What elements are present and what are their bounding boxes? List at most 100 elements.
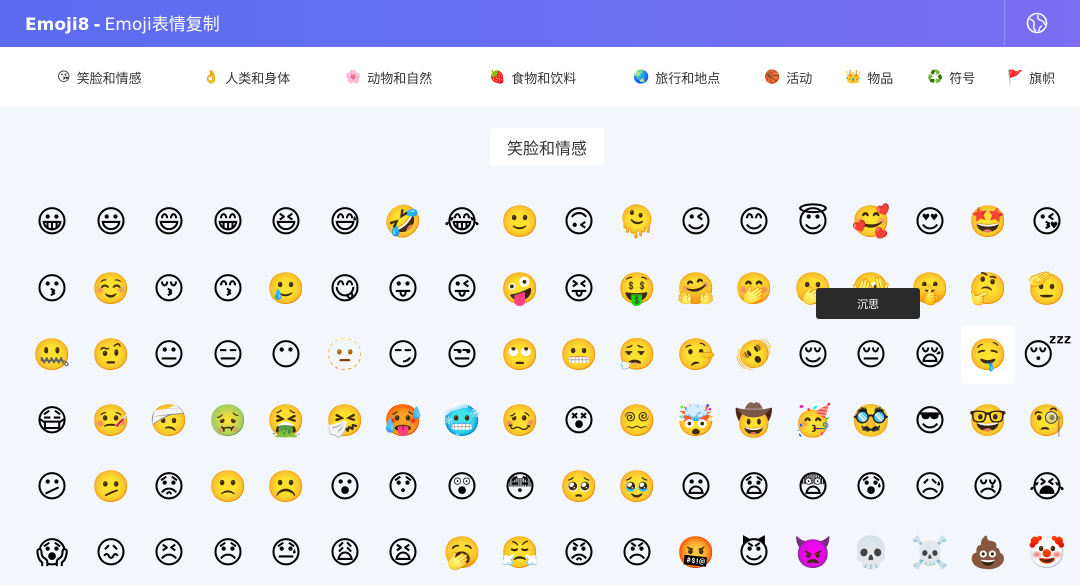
emoji-cell[interactable]: 😉	[669, 193, 723, 251]
emoji-cell[interactable]: 😘	[1020, 193, 1074, 251]
emoji-cell[interactable]: 😵	[552, 392, 606, 450]
emoji-cell[interactable]: 🥱	[435, 524, 489, 582]
emoji-cell[interactable]: 😡	[552, 524, 606, 582]
emoji-cell[interactable]: 😵‍💫	[610, 392, 664, 450]
emoji-cell[interactable]: 😖	[84, 524, 138, 582]
emoji-cell[interactable]: 😮	[318, 458, 372, 516]
emoji-cell[interactable]: 🤧	[318, 392, 372, 450]
emoji-cell[interactable]: 🤭	[727, 260, 781, 318]
emoji-cell[interactable]: 🤗	[669, 260, 723, 318]
emoji-cell[interactable]: 😔	[844, 326, 898, 384]
emoji-cell[interactable]: 🥵	[376, 392, 430, 450]
emoji-cell[interactable]: 😌	[786, 326, 840, 384]
emoji-cell[interactable]: 😂	[435, 193, 489, 251]
emoji-cell[interactable]: 😱	[25, 524, 79, 582]
emoji-cell[interactable]: 😆	[259, 193, 313, 251]
emoji-cell[interactable]: 👿	[786, 524, 840, 582]
emoji-cell[interactable]: 😚	[142, 260, 196, 318]
emoji-cell[interactable]: 😨	[786, 458, 840, 516]
emoji-cell[interactable]: 🫠	[610, 193, 664, 251]
emoji-cell[interactable]: 🤯	[669, 392, 723, 450]
emoji-cell[interactable]: ☹️	[259, 458, 313, 516]
emoji-cell[interactable]: 🤕	[142, 392, 196, 450]
emoji-cell[interactable]: 😥	[903, 458, 957, 516]
emoji-cell[interactable]: 🥺	[552, 458, 606, 516]
emoji-cell[interactable]: 🫥	[318, 326, 372, 384]
emoji-cell[interactable]: 😦	[669, 458, 723, 516]
emoji-cell[interactable]: 😗	[25, 260, 79, 318]
emoji-cell[interactable]: 😪	[903, 326, 957, 384]
emoji-cell[interactable]: 🥸	[844, 392, 898, 450]
emoji-cell[interactable]: 💀	[844, 524, 898, 582]
emoji-cell[interactable]: 🥰	[844, 193, 898, 251]
emoji-cell[interactable]: 😲	[435, 458, 489, 516]
emoji-cell[interactable]: 🤓	[961, 392, 1015, 450]
emoji-cell[interactable]: 🤩	[961, 193, 1015, 251]
emoji-cell[interactable]: 🤑	[610, 260, 664, 318]
emoji-cell[interactable]: 😬	[552, 326, 606, 384]
emoji-cell[interactable]: 😀	[25, 193, 79, 251]
emoji-cell[interactable]: 🥳	[786, 392, 840, 450]
emoji-cell[interactable]: 😯	[376, 458, 430, 516]
emoji-cell[interactable]: 😋	[318, 260, 372, 318]
emoji-cell[interactable]: 🤪	[493, 260, 547, 318]
emoji-cell[interactable]: 😫	[376, 524, 430, 582]
emoji-cell[interactable]: 🤬	[669, 524, 723, 582]
emoji-cell[interactable]: 🤣	[376, 193, 430, 251]
emoji-cell[interactable]: 🫡	[1020, 260, 1074, 318]
emoji-cell[interactable]: 😴	[1020, 326, 1074, 384]
emoji-cell[interactable]: 😇	[786, 193, 840, 251]
emoji-cell[interactable]: 🙃	[552, 193, 606, 251]
emoji-cell[interactable]: 🤮	[259, 392, 313, 450]
emoji-cell[interactable]: 😈	[727, 524, 781, 582]
emoji-cell[interactable]: 😭	[1020, 458, 1074, 516]
emoji-cell[interactable]: 😷	[25, 392, 79, 450]
emoji-cell[interactable]: 😕	[25, 458, 79, 516]
emoji-cell[interactable]: 😤	[493, 524, 547, 582]
emoji-cell[interactable]: 😓	[259, 524, 313, 582]
emoji-cell[interactable]: 🥶	[435, 392, 489, 450]
emoji-cell[interactable]: 🤠	[727, 392, 781, 450]
emoji-cell[interactable]: 🥲	[259, 260, 313, 318]
emoji-cell[interactable]: 😏	[376, 326, 430, 384]
emoji-cell[interactable]: 😶	[259, 326, 313, 384]
emoji-cell[interactable]: 😧	[727, 458, 781, 516]
emoji-cell[interactable]: 🤐	[25, 326, 79, 384]
emoji-cell[interactable]: 😁	[201, 193, 255, 251]
emoji-cell[interactable]: 😄	[142, 193, 196, 251]
emoji-cell[interactable]: 😞	[201, 524, 255, 582]
emoji-cell[interactable]: 😜	[435, 260, 489, 318]
emoji-cell[interactable]: 😊	[727, 193, 781, 251]
emoji-cell[interactable]: 😎	[903, 392, 957, 450]
emoji-cell[interactable]: 🙁	[201, 458, 255, 516]
emoji-cell[interactable]: 😝	[552, 260, 606, 318]
emoji-cell[interactable]: 😣	[142, 524, 196, 582]
emoji-cell[interactable]: 😃	[84, 193, 138, 251]
emoji-cell[interactable]: 🥴	[493, 392, 547, 450]
emoji-cell[interactable]: 😙	[201, 260, 255, 318]
emoji-cell[interactable]: 😑	[201, 326, 255, 384]
emoji-cell[interactable]: 🤒	[84, 392, 138, 450]
emoji-cell[interactable]: 🤨	[84, 326, 138, 384]
emoji-cell[interactable]: 😠	[610, 524, 664, 582]
emoji-cell[interactable]: 😮‍💨	[610, 326, 664, 384]
emoji-cell[interactable]: 😅	[318, 193, 372, 251]
emoji-cell[interactable]: 😛	[376, 260, 430, 318]
emoji-cell[interactable]: 🤥	[669, 326, 723, 384]
emoji-cell[interactable]: 💩	[961, 524, 1015, 582]
emoji-cell[interactable]: 🤔	[961, 260, 1015, 318]
emoji-cell[interactable]: 😍	[903, 193, 957, 251]
emoji-cell[interactable]: 😟	[142, 458, 196, 516]
emoji-cell[interactable]: 🤡	[1020, 524, 1074, 582]
emoji-cell[interactable]: 🙄	[493, 326, 547, 384]
emoji-cell[interactable]: 🤤	[961, 326, 1015, 384]
emoji-cell[interactable]: 🫤	[84, 458, 138, 516]
emoji-cell[interactable]: 😐	[142, 326, 196, 384]
emoji-cell[interactable]: 😒	[435, 326, 489, 384]
emoji-cell[interactable]: 🧐	[1020, 392, 1074, 450]
emoji-cell[interactable]: 😢	[961, 458, 1015, 516]
emoji-cell[interactable]: 😰	[844, 458, 898, 516]
emoji-cell[interactable]: 🤢	[201, 392, 255, 450]
emoji-cell[interactable]: ☺️	[84, 260, 138, 318]
emoji-cell[interactable]: 🫨	[727, 326, 781, 384]
